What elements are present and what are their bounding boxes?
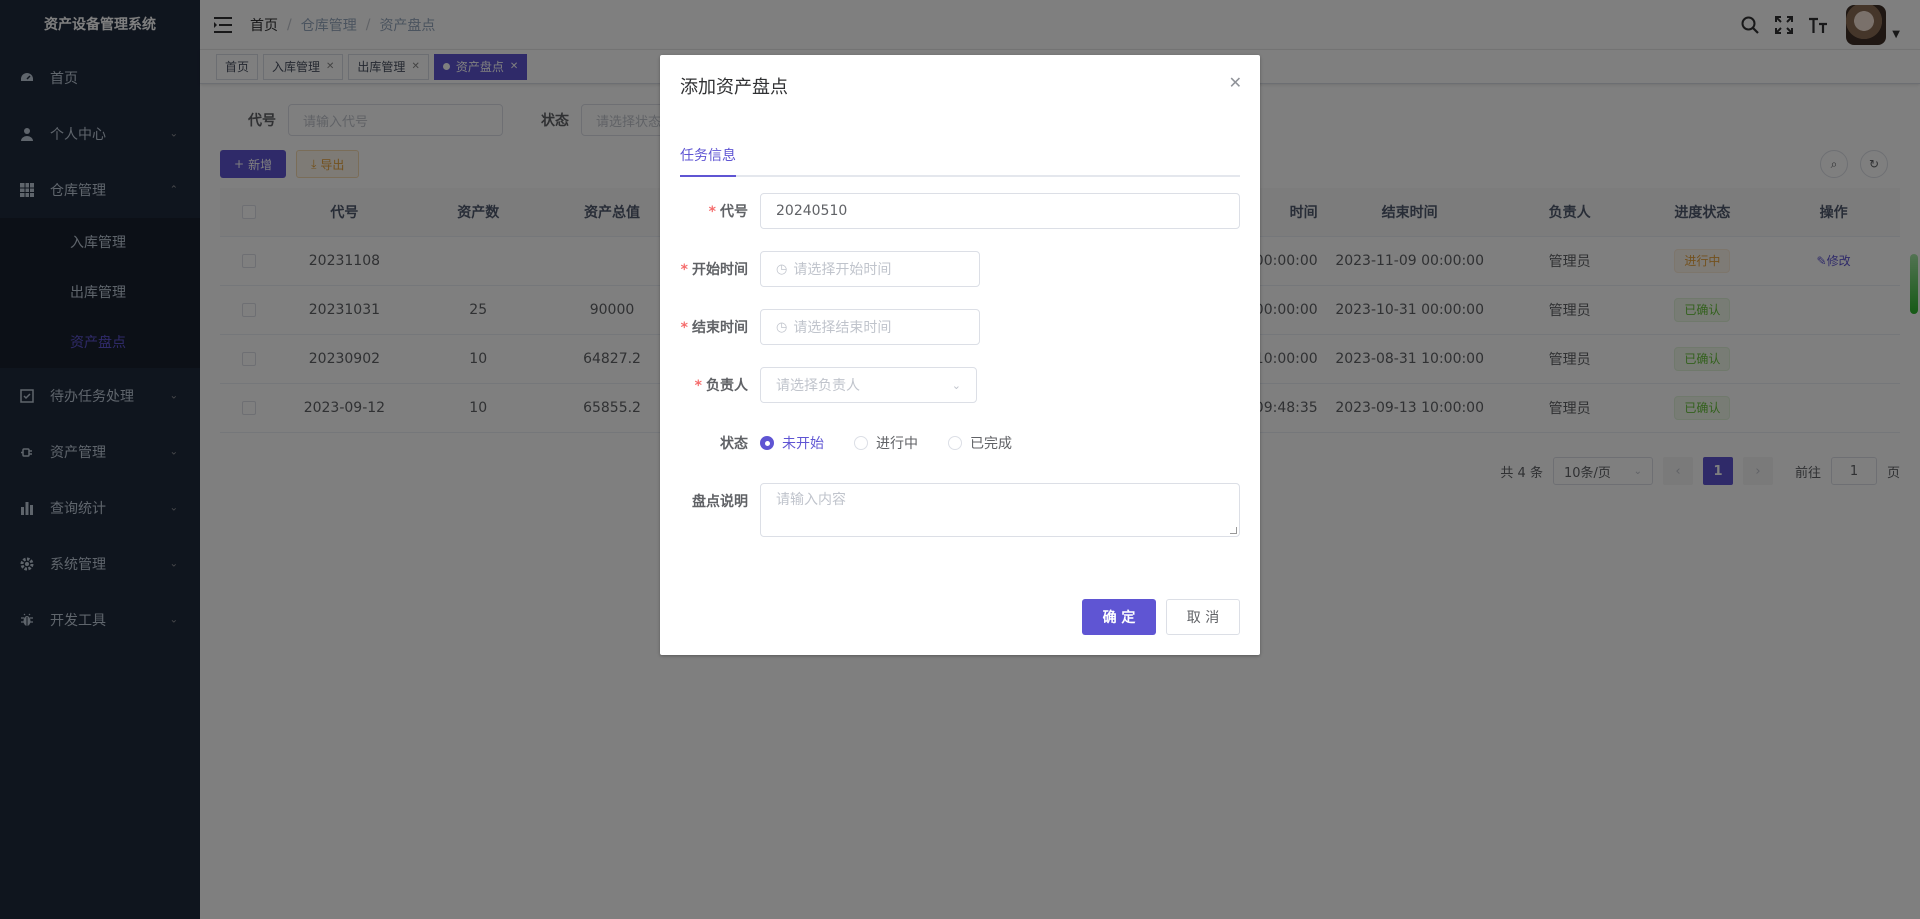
status-label: 状态 bbox=[720, 436, 748, 452]
form-row-end-time: * 结束时间 ◷ 请选择结束时间 bbox=[680, 309, 980, 345]
end-time-placeholder: 请选择结束时间 bbox=[793, 320, 892, 336]
start-time-label: 开始时间 bbox=[692, 262, 748, 278]
add-inventory-dialog: 添加资产盘点 ✕ 任务信息 * 代号 20240510 * 开始时间 ◷ 请选择开始时… bbox=[660, 55, 1260, 655]
radio-in-progress[interactable]: 进行中 bbox=[854, 433, 918, 453]
status-radio-group: 未开始 进行中 已完成 bbox=[760, 433, 1012, 453]
note-textarea[interactable]: 请输入内容 bbox=[760, 483, 1240, 537]
form-row-code: * 代号 20240510 bbox=[680, 193, 1240, 229]
radio-circle bbox=[948, 436, 962, 450]
radio-completed[interactable]: 已完成 bbox=[948, 433, 1012, 453]
cancel-button[interactable]: 取 消 bbox=[1166, 599, 1240, 635]
close-icon[interactable]: ✕ bbox=[1229, 73, 1242, 92]
chevron-down-icon: ⌄ bbox=[951, 378, 961, 392]
start-time-picker[interactable]: ◷ 请选择开始时间 bbox=[760, 251, 980, 287]
form-row-start-time: * 开始时间 ◷ 请选择开始时间 bbox=[680, 251, 980, 287]
radio-circle bbox=[760, 436, 774, 450]
radio-label: 进行中 bbox=[876, 436, 918, 452]
required-mark: * bbox=[680, 320, 688, 336]
radio-label: 未开始 bbox=[782, 436, 824, 452]
tab-task-info[interactable]: 任务信息 bbox=[680, 147, 736, 177]
confirm-button[interactable]: 确 定 bbox=[1082, 599, 1156, 635]
form-row-note: 盘点说明 请输入内容 bbox=[680, 483, 1240, 537]
required-mark: * bbox=[694, 378, 702, 394]
radio-circle bbox=[854, 436, 868, 450]
dialog-tabs: 任务信息 bbox=[680, 147, 1240, 177]
clock-icon: ◷ bbox=[776, 319, 788, 335]
radio-not-started[interactable]: 未开始 bbox=[760, 433, 824, 453]
required-mark: * bbox=[680, 262, 688, 278]
owner-select[interactable]: 请选择负责人 ⌄ bbox=[760, 367, 977, 403]
code-input[interactable]: 20240510 bbox=[760, 193, 1240, 229]
clock-icon: ◷ bbox=[776, 261, 788, 277]
end-time-picker[interactable]: ◷ 请选择结束时间 bbox=[760, 309, 980, 345]
note-label: 盘点说明 bbox=[692, 494, 748, 510]
end-time-label: 结束时间 bbox=[692, 320, 748, 336]
required-mark: * bbox=[708, 204, 716, 220]
start-time-placeholder: 请选择开始时间 bbox=[793, 262, 892, 278]
owner-label: 负责人 bbox=[706, 378, 748, 394]
dialog-title: 添加资产盘点 bbox=[680, 77, 788, 98]
radio-label: 已完成 bbox=[970, 436, 1012, 452]
code-label: 代号 bbox=[720, 204, 748, 220]
form-row-owner: * 负责人 请选择负责人 ⌄ bbox=[680, 367, 977, 403]
form-row-status: 状态 未开始 进行中 已完成 bbox=[680, 425, 1012, 461]
owner-placeholder: 请选择负责人 bbox=[776, 378, 860, 394]
